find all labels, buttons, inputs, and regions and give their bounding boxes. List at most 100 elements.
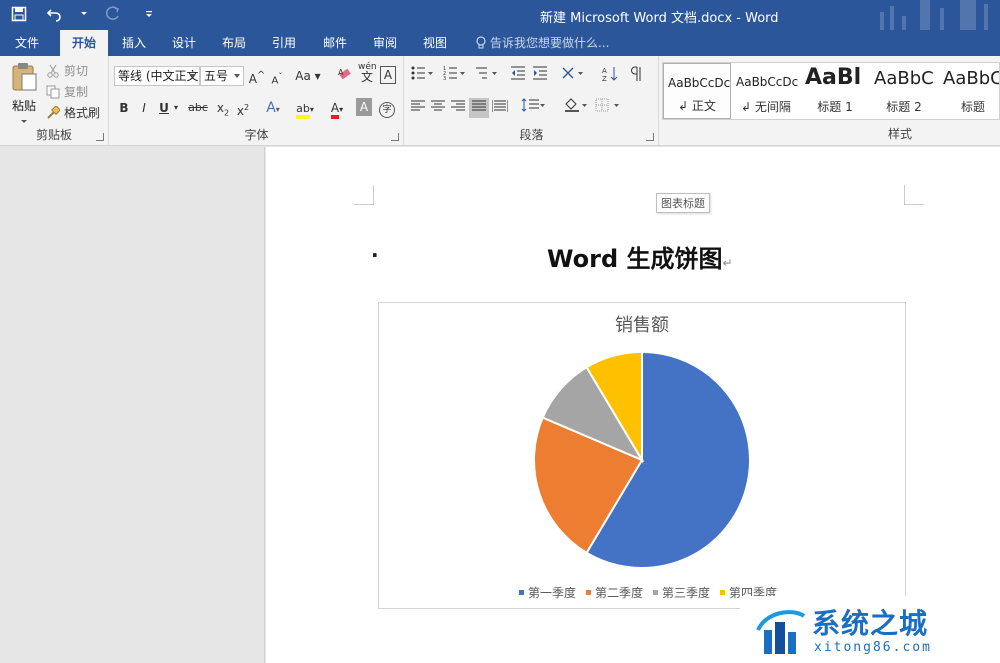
font-color-label: A [330,101,340,119]
font-launcher-icon[interactable] [391,133,399,141]
increase-indent-button[interactable] [531,66,549,86]
style-normal[interactable]: AaBbCcDc ↲ 正文 [663,63,731,119]
pie-chart[interactable]: 销售额 第一季度 第二季度 第三季度 第四季度 [378,302,906,609]
tell-me-search[interactable]: 告诉我您想要做什么... [476,30,609,56]
paste-icon [12,63,37,91]
superscript-label: x [236,104,244,118]
tab-layout[interactable]: 布局 [212,30,256,56]
grow-font-label: A [248,72,257,86]
align-center-button[interactable] [429,98,447,118]
undo-dropdown-icon[interactable] [80,3,88,25]
tab-home[interactable]: 开始 [60,30,108,56]
copy-button[interactable]: 复制 [46,83,88,100]
numbering-button[interactable]: 123 [441,66,467,86]
style-heading-2[interactable]: AaBbC 标题 2 [870,63,938,119]
pie-chart-plot [533,350,751,569]
font-size-value: 五号 [204,69,229,83]
tab-mailings[interactable]: 邮件 [313,30,357,56]
clipboard-group-label: 剪贴板 [35,128,72,142]
text-effects-label: A [266,100,276,116]
char-border-button[interactable]: A [380,66,396,84]
bold-button[interactable]: B [116,98,132,118]
phonetic-char: 文 [360,70,373,84]
legend-label-q2: 第二季度 [595,586,644,600]
grow-font-button[interactable]: A^ [248,66,266,86]
distributed-icon [491,100,509,112]
tab-design[interactable]: 设计 [162,30,206,56]
paragraph-launcher-icon[interactable] [646,133,654,141]
align-left-button[interactable] [409,98,427,118]
clipboard-group: 粘贴 剪切 复制 格式刷 剪贴板 [0,56,109,146]
decrease-indent-button[interactable] [509,66,527,86]
bullets-button[interactable] [409,66,435,86]
legend-label-q3: 第三季度 [662,586,711,600]
distributed-button[interactable] [491,98,509,118]
clipboard-launcher-icon[interactable] [96,133,104,141]
quick-access-toolbar [8,3,160,25]
undo-icon[interactable] [44,3,66,25]
redo-icon[interactable] [102,3,124,25]
tab-view[interactable]: 视图 [413,30,457,56]
align-left-icon [411,100,425,111]
paste-button[interactable]: 粘贴 [8,62,40,128]
shading-button[interactable] [561,98,589,118]
font-group: 等线 (中文正文 五号 A^ Aˇ Aa ▾ A wén 文 A B I U ▾ … [110,56,404,146]
font-group-label: 字体 [244,128,269,142]
outdent-icon [511,66,525,80]
city-logo-icon [756,610,806,654]
sort-button[interactable]: AZ [601,66,619,86]
char-shading-button[interactable]: A [356,98,372,116]
enclose-char-button[interactable]: 字 [378,98,396,118]
superscript-mark: 2 [244,103,250,112]
underline-button[interactable]: U [156,98,172,118]
cut-button[interactable]: 剪切 [46,62,88,79]
strikethrough-button[interactable]: abc [184,98,212,118]
text-effects-button[interactable]: A▾ [260,98,286,118]
tab-file[interactable]: 文件 [4,30,50,56]
document-page[interactable]: 图表标题 · Word 生成饼图↵ 销售额 第一季度 第二季度 第三季度 第四季… [266,147,1000,663]
legend-swatch-q1 [519,590,524,595]
align-right-icon [451,100,465,111]
paint-bucket-icon [565,98,587,112]
superscript-button[interactable]: x2 [234,98,252,118]
align-right-button[interactable] [449,98,467,118]
sort-icon: AZ [602,67,618,83]
phonetic-guide-button[interactable]: wén 文 [358,62,377,84]
document-heading[interactable]: Word 生成饼图↵ [547,239,733,274]
save-icon[interactable] [8,3,30,25]
tab-review[interactable]: 审阅 [363,30,407,56]
tab-insert[interactable]: 插入 [112,30,156,56]
align-center-icon [431,100,445,111]
font-family-value: 等线 (中文正文 [118,69,199,83]
subscript-button[interactable]: x2 [214,98,232,118]
chinese-layout-button[interactable] [559,66,585,86]
line-spacing-button[interactable] [519,98,547,118]
customize-qat-icon[interactable] [138,3,160,25]
justify-button[interactable] [469,98,489,118]
copy-icon [46,85,60,98]
highlight-button[interactable]: ab▾ [290,98,320,119]
font-family-select[interactable]: 等线 (中文正文 [114,66,200,86]
style-heading-1[interactable]: AaBl 标题 1 [801,63,869,119]
title-bar: 新建 Microsoft Word 文档.docx - Word [0,0,1000,30]
multilevel-list-button[interactable] [473,66,499,86]
font-color-button[interactable]: A▾ [324,98,350,119]
shrink-font-button[interactable]: Aˇ [268,66,286,86]
italic-button[interactable]: I [136,98,152,118]
tab-references[interactable]: 引用 [262,30,306,56]
enclose-char-label: 字 [379,102,395,118]
borders-button[interactable] [593,98,621,118]
underline-dropdown-icon[interactable]: ▾ [172,98,180,118]
styles-gallery: AaBbCcDc ↲ 正文 AaBbCcDc ↲ 无间隔 AaBl 标题 1 A… [662,62,1000,120]
format-painter-button[interactable]: 格式刷 [46,104,100,121]
chart-legend[interactable]: 第一季度 第二季度 第三季度 第四季度 [519,584,777,601]
legend-swatch-q2 [586,590,592,595]
change-case-button[interactable]: Aa ▾ [294,66,322,86]
show-marks-button[interactable] [627,66,645,86]
font-size-select[interactable]: 五号 [200,66,244,86]
style-no-spacing[interactable]: AaBbCcDc ↲ 无间隔 [732,63,800,119]
clear-format-button[interactable]: A [336,66,354,86]
style-heading-2-sample: AaBbC [874,68,934,89]
crop-mark-right [904,185,924,205]
style-title[interactable]: AaBbC 标题 [939,63,999,119]
